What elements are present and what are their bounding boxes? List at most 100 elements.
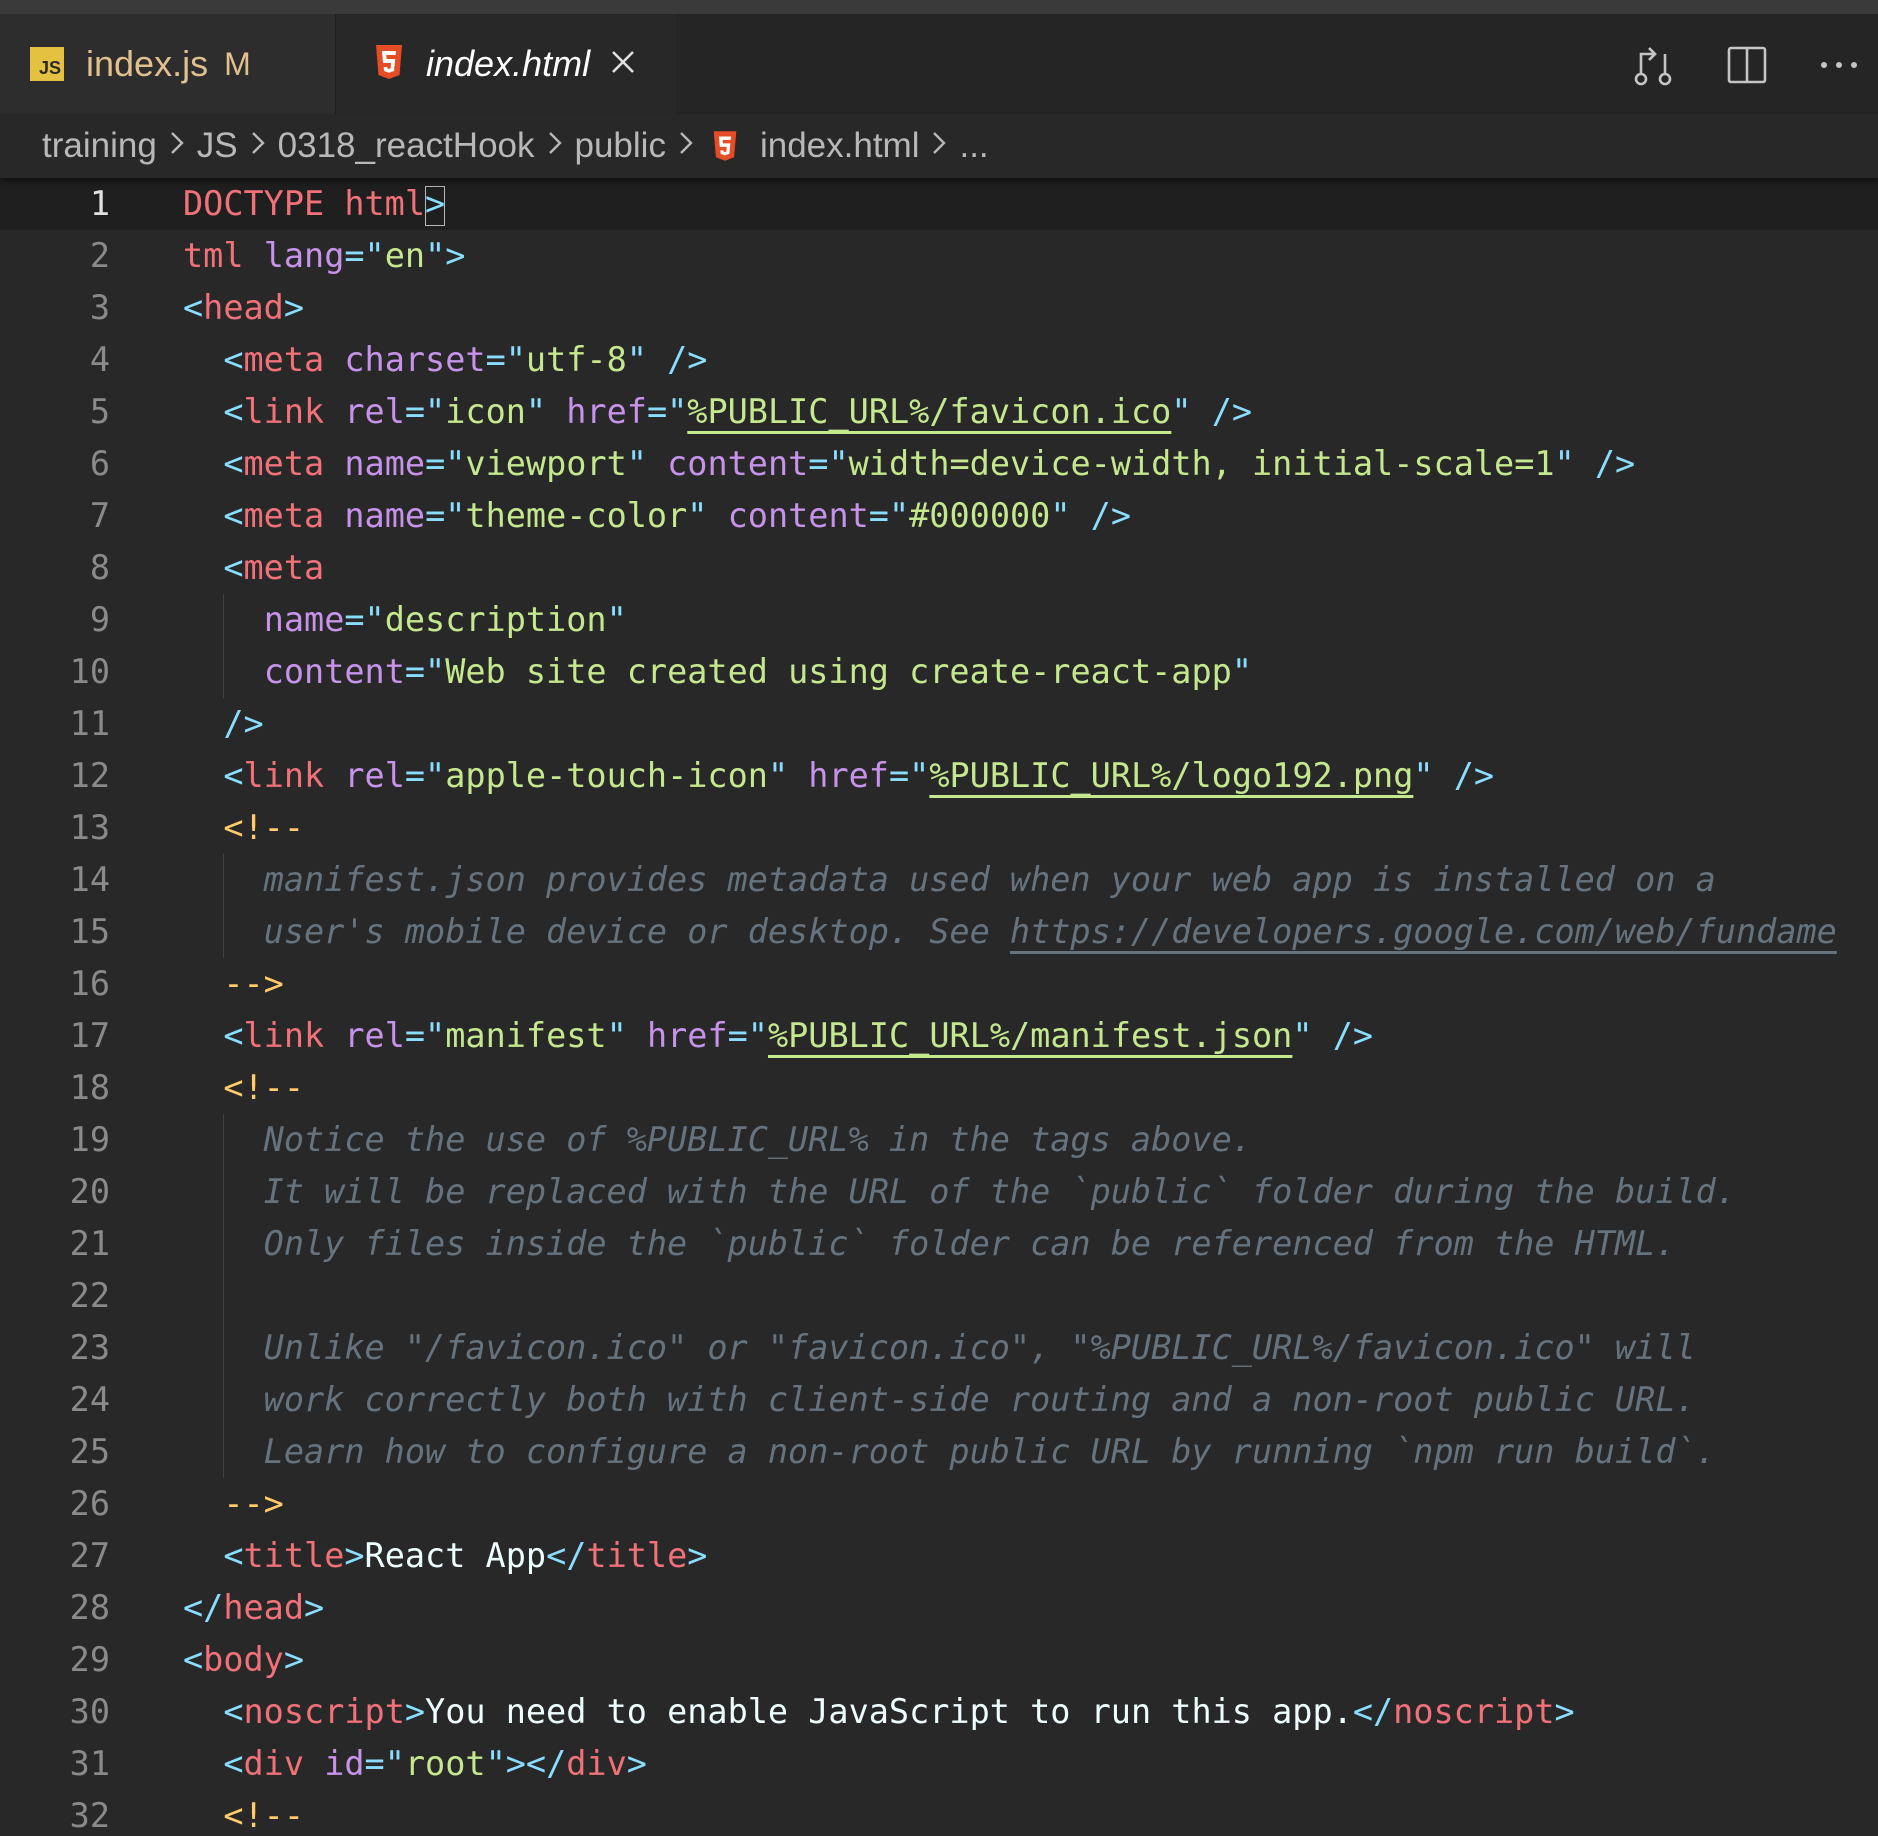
- code-token: =": [485, 340, 526, 379]
- code-token: >: [687, 1536, 708, 1575]
- code-token: body: [203, 1640, 284, 1679]
- close-tab-icon[interactable]: [610, 49, 636, 80]
- breadcrumb-item-js[interactable]: JS: [197, 126, 238, 166]
- code-line[interactable]: 25 Learn how to configure a non-root pub…: [0, 1426, 1878, 1478]
- code-line[interactable]: 21 Only files inside the `public` folder…: [0, 1218, 1878, 1270]
- code-token: name: [263, 600, 345, 639]
- code-line[interactable]: 5 <link rel="icon" href="%PUBLIC_URL%/fa…: [0, 386, 1878, 438]
- code-line[interactable]: 15 user's mobile device or desktop. See …: [0, 906, 1878, 958]
- more-actions-icon[interactable]: [1816, 42, 1862, 88]
- code-token: id: [324, 1744, 365, 1783]
- code-line[interactable]: 17 <link rel="manifest" href="%PUBLIC_UR…: [0, 1010, 1878, 1062]
- code-line[interactable]: 19 Notice the use of %PUBLIC_URL% in the…: [0, 1114, 1878, 1166]
- code-token: </: [1352, 1692, 1394, 1731]
- code-token: en: [384, 236, 426, 275]
- code-text: user's mobile device or desktop. See htt…: [183, 906, 1837, 958]
- html5-file-icon: [374, 44, 404, 85]
- code-line[interactable]: 7 <meta name="theme-color" content="#000…: [0, 490, 1878, 542]
- code-line[interactable]: 26 -->: [0, 1478, 1878, 1530]
- code-token: manifest: [445, 1016, 607, 1055]
- code-line[interactable]: 14 manifest.json provides metadata used …: [0, 854, 1878, 906]
- code-line[interactable]: 32 <!--: [0, 1790, 1878, 1836]
- code-line[interactable]: 31 <div id="root"></div>: [0, 1738, 1878, 1790]
- compare-changes-icon[interactable]: [1630, 42, 1676, 88]
- code-token: href: [566, 392, 647, 431]
- code-line[interactable]: 20 It will be replaced with the URL of t…: [0, 1166, 1878, 1218]
- text-cursor: [425, 185, 446, 226]
- code-line[interactable]: 23 Unlike "/favicon.ico" or "favicon.ico…: [0, 1322, 1878, 1374]
- code-line[interactable]: 13 <!--: [0, 802, 1878, 854]
- code-text: <meta name="theme-color" content="#00000…: [183, 490, 1131, 542]
- code-token: =": [404, 392, 446, 431]
- code-text: -->: [183, 1478, 284, 1530]
- code-token: <: [183, 288, 204, 327]
- code-token: " />: [1292, 1016, 1374, 1055]
- code-line[interactable]: 11 />: [0, 698, 1878, 750]
- code-token: meta: [243, 340, 325, 379]
- chevron-right-icon: [167, 126, 187, 166]
- line-number: 19: [69, 1120, 110, 1159]
- code-editor[interactable]: 1 DOCTYPE html> 2 tml lang="en"> 3 <head> 4 <m…: [0, 178, 1878, 1836]
- code-token: rel: [344, 392, 405, 431]
- code-line[interactable]: 1 DOCTYPE html>: [0, 178, 1878, 230]
- code-text: manifest.json provides metadata used whe…: [183, 854, 1716, 906]
- code-line[interactable]: 24 work correctly both with client-side …: [0, 1374, 1878, 1426]
- code-token: >: [304, 1588, 325, 1627]
- code-token: DOCTYPE html: [183, 184, 426, 223]
- code-token: -->: [183, 1484, 284, 1523]
- code-line[interactable]: 10 content="Web site created using creat…: [0, 646, 1878, 698]
- code-token: =": [425, 496, 466, 535]
- code-line[interactable]: 4 <meta charset="utf-8" />: [0, 334, 1878, 386]
- code-token: <: [183, 1536, 244, 1575]
- tab-label: index.js: [86, 43, 209, 84]
- code-line[interactable]: 16 -->: [0, 958, 1878, 1010]
- code-line[interactable]: 30 <noscript>You need to enable JavaScri…: [0, 1686, 1878, 1738]
- code-line[interactable]: 27 <title>React App</title>: [0, 1530, 1878, 1582]
- code-text: tml lang="en">: [183, 230, 465, 282]
- code-token: ": [606, 600, 627, 639]
- breadcrumb-item-file[interactable]: index.html: [760, 126, 920, 166]
- line-number: 28: [69, 1588, 110, 1627]
- code-line[interactable]: 3 <head>: [0, 282, 1878, 334]
- breadcrumb-item-symbols[interactable]: ...: [959, 126, 988, 166]
- code-token: %PUBLIC_URL%/logo192.png: [929, 756, 1414, 795]
- code-line[interactable]: 12 <link rel="apple-touch-icon" href="%P…: [0, 750, 1878, 802]
- code-token: ": [606, 1016, 647, 1055]
- tab-index-js[interactable]: JS index.js M: [0, 14, 336, 114]
- code-line[interactable]: 8 <meta: [0, 542, 1878, 594]
- line-number: 17: [69, 1016, 110, 1055]
- code-line[interactable]: 18 <!--: [0, 1062, 1878, 1114]
- code-token: icon: [445, 392, 526, 431]
- line-number: 1: [89, 184, 110, 223]
- code-token: root: [404, 1744, 486, 1783]
- js-file-icon: JS: [30, 47, 64, 81]
- code-token: content: [667, 444, 809, 483]
- code-line[interactable]: 28 </head>: [0, 1582, 1878, 1634]
- breadcrumb-item-public[interactable]: public: [575, 126, 666, 166]
- code-line[interactable]: 2 tml lang="en">: [0, 230, 1878, 282]
- code-token: content: [263, 652, 405, 691]
- title-bar-strip: [0, 0, 1878, 14]
- code-token: ": [525, 392, 567, 431]
- code-line[interactable]: 29 <body>: [0, 1634, 1878, 1686]
- code-line[interactable]: 22: [0, 1270, 1878, 1322]
- tab-index-html[interactable]: index.html: [336, 14, 676, 114]
- breadcrumb-item-training[interactable]: training: [42, 126, 157, 166]
- code-token: <: [183, 496, 244, 535]
- line-number: 14: [69, 860, 110, 899]
- code-token: >: [404, 1692, 426, 1731]
- breadcrumb-item-folder[interactable]: 0318_reactHook: [278, 126, 535, 166]
- code-token: =": [888, 756, 930, 795]
- code-line[interactable]: 9 name="description": [0, 594, 1878, 646]
- code-token: =": [425, 444, 466, 483]
- code-line[interactable]: 6 <meta name="viewport" content="width=d…: [0, 438, 1878, 490]
- code-token: div: [243, 1744, 305, 1783]
- chevron-right-icon: [676, 126, 696, 166]
- split-editor-icon[interactable]: [1724, 42, 1770, 88]
- line-number: 3: [89, 288, 110, 327]
- code-text: <body>: [183, 1634, 304, 1686]
